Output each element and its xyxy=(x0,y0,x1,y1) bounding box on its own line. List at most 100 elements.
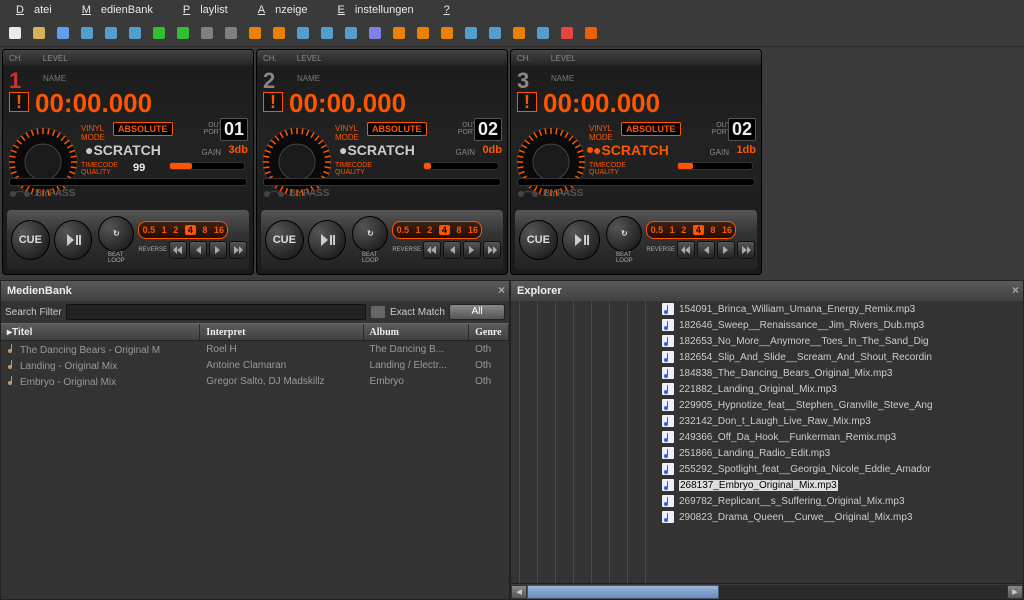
prev-button[interactable] xyxy=(697,241,715,259)
skip-back-button[interactable] xyxy=(423,241,441,259)
list2-icon[interactable] xyxy=(268,22,290,44)
rate-strip[interactable]: 0.5124816 xyxy=(138,221,228,239)
close-icon[interactable]: × xyxy=(498,283,505,297)
out-port-value[interactable]: 02 xyxy=(728,118,756,141)
pie-icon[interactable] xyxy=(508,22,530,44)
col-titel[interactable]: ▸ Titel xyxy=(1,324,200,340)
table-row[interactable]: Embryo - Original MixGregor Salto, DJ Ma… xyxy=(1,373,509,389)
list-item[interactable]: 182646_Sweep__Renaissance__Jim_Rivers_Du… xyxy=(659,317,1023,333)
play-pause-button[interactable] xyxy=(54,220,93,260)
list1-icon[interactable] xyxy=(244,22,266,44)
beatloop-button[interactable]: ↻ xyxy=(98,216,134,252)
globe-blue-icon[interactable] xyxy=(484,22,506,44)
wand-icon[interactable] xyxy=(364,22,386,44)
scroll-right-icon[interactable]: ▸ xyxy=(1007,585,1023,599)
absolute-button[interactable]: ABSOLUTE xyxy=(621,122,681,136)
close-icon[interactable]: × xyxy=(1012,283,1019,297)
list-item[interactable]: 255292_Spotlight_feat__Georgia_Nicole_Ed… xyxy=(659,461,1023,477)
grid-icon[interactable] xyxy=(316,22,338,44)
play-pause-button[interactable] xyxy=(562,220,601,260)
stop-icon[interactable] xyxy=(100,22,122,44)
globe-orange-icon[interactable] xyxy=(436,22,458,44)
skip-fwd-button[interactable] xyxy=(483,241,501,259)
list-item[interactable]: 229905_Hypnotize_feat__Stephen_Granville… xyxy=(659,397,1023,413)
next-button[interactable] xyxy=(717,241,735,259)
list-item[interactable]: 182653_No_More__Anymore__Toes_In_The_San… xyxy=(659,333,1023,349)
bypass-label[interactable]: BYPASS xyxy=(9,188,75,199)
fire-icon[interactable] xyxy=(580,22,602,44)
ch-label: CH. xyxy=(517,54,531,63)
cue-button[interactable]: CUE xyxy=(11,220,50,260)
col-genre[interactable]: Genre xyxy=(469,324,509,340)
list-item[interactable]: 154091_Brinca_William_Umana_Energy_Remix… xyxy=(659,301,1023,317)
scroll-thumb[interactable] xyxy=(527,585,719,599)
disc-icon[interactable] xyxy=(76,22,98,44)
absolute-button[interactable]: ABSOLUTE xyxy=(113,122,173,136)
prev-button[interactable] xyxy=(443,241,461,259)
skip-back-button[interactable] xyxy=(677,241,695,259)
deck-3: CH.LEVEL3NAME!00:00.000VINYLMODEABSOLUTE… xyxy=(510,49,762,275)
list-item[interactable]: 232142_Don_t_Laugh_Live_Raw_Mix.mp3 xyxy=(659,413,1023,429)
list-item[interactable]: 268137_Embryo_Original_Mix.mp3 xyxy=(659,477,1023,493)
globe-wave-icon[interactable] xyxy=(460,22,482,44)
search-icon[interactable] xyxy=(52,22,74,44)
table-row[interactable]: Landing - Original MixAntoine ClamaranLa… xyxy=(1,357,509,373)
skip-icon[interactable] xyxy=(196,22,218,44)
col-album[interactable]: Album xyxy=(364,324,470,340)
x-icon[interactable] xyxy=(556,22,578,44)
out-port-value[interactable]: 02 xyxy=(474,118,502,141)
menu-einstellungen[interactable]: Einstellungen xyxy=(328,2,434,18)
prev-button[interactable] xyxy=(189,241,207,259)
exact-match-checkbox[interactable] xyxy=(370,305,386,319)
list4-icon[interactable] xyxy=(340,22,362,44)
skip-back-button[interactable] xyxy=(169,241,187,259)
level-label: LEVEL xyxy=(297,54,322,63)
scroll-track[interactable] xyxy=(527,585,1007,599)
play-pause-button[interactable] xyxy=(308,220,347,260)
list-item[interactable]: 184838_The_Dancing_Bears_Original_Mix.mp… xyxy=(659,365,1023,381)
scratch-label: ●SCRATCH xyxy=(593,142,669,158)
search-input[interactable] xyxy=(66,304,366,320)
col-interpret[interactable]: Interpret xyxy=(200,324,363,340)
table-row[interactable]: The Dancing Bears - Original MRoel HThe … xyxy=(1,341,509,357)
refresh-icon[interactable] xyxy=(148,22,170,44)
cue-button[interactable]: CUE xyxy=(519,220,558,260)
list-item[interactable]: 269782_Replicant__s_Suffering_Original_M… xyxy=(659,493,1023,509)
list3-icon[interactable] xyxy=(292,22,314,44)
scroll-left-icon[interactable]: ◂ xyxy=(511,585,527,599)
next-button[interactable] xyxy=(463,241,481,259)
skip-fwd-button[interactable] xyxy=(229,241,247,259)
list-item[interactable]: 182654_Slip_And_Slide__Scream_And_Shout_… xyxy=(659,349,1023,365)
rate-strip[interactable]: 0.5124816 xyxy=(646,221,736,239)
out-port-value[interactable]: 01 xyxy=(220,118,248,141)
skip-fwd-button[interactable] xyxy=(737,241,755,259)
bypass-label[interactable]: BYPASS xyxy=(263,188,329,199)
play-green-icon[interactable] xyxy=(172,22,194,44)
beatloop-button[interactable]: ↻ xyxy=(352,216,388,252)
rate-strip[interactable]: 0.5124816 xyxy=(392,221,482,239)
absolute-button[interactable]: ABSOLUTE xyxy=(367,122,427,136)
horizontal-scrollbar[interactable]: ◂ ▸ xyxy=(511,583,1023,599)
next-button[interactable] xyxy=(209,241,227,259)
filter-all-dropdown[interactable]: All xyxy=(449,304,505,320)
wave-icon[interactable] xyxy=(388,22,410,44)
menu-anzeige[interactable]: Anzeige xyxy=(248,2,328,18)
skip2-icon[interactable] xyxy=(220,22,242,44)
list-item[interactable]: 221882_Landing_Original_Mix.mp3 xyxy=(659,381,1023,397)
explorer-header: Explorer × xyxy=(511,281,1023,301)
menu-playlist[interactable]: Playlist xyxy=(173,2,248,18)
cue-button[interactable]: CUE xyxy=(265,220,304,260)
pause-icon[interactable] xyxy=(124,22,146,44)
file-new-icon[interactable] xyxy=(4,22,26,44)
menu-datei[interactable]: Datei xyxy=(6,2,72,18)
folder-open-icon[interactable] xyxy=(28,22,50,44)
list-item[interactable]: 251866_Landing_Radio_Edit.mp3 xyxy=(659,445,1023,461)
band-icon[interactable] xyxy=(412,22,434,44)
beatloop-button[interactable]: ↻ xyxy=(606,216,642,252)
bypass-label[interactable]: BYPASS xyxy=(517,188,583,199)
menu-medienbank[interactable]: MedienBank xyxy=(72,2,173,18)
list-item[interactable]: 290823_Drama_Queen__Curwe__Original_Mix.… xyxy=(659,509,1023,525)
menu-help[interactable]: ? xyxy=(434,2,460,18)
globe-icon[interactable] xyxy=(532,22,554,44)
list-item[interactable]: 249366_Off_Da_Hook__Funkerman_Remix.mp3 xyxy=(659,429,1023,445)
